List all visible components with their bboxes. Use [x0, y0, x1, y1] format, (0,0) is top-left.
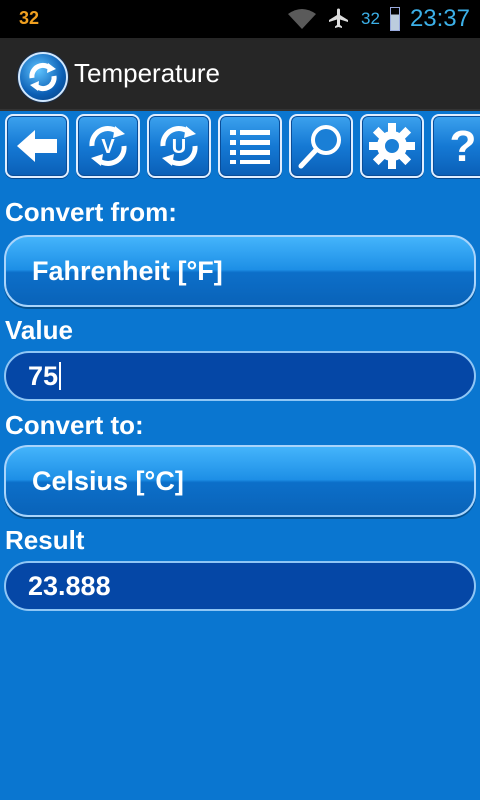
convert-from-select[interactable]: Fahrenheit [°F] [4, 235, 476, 307]
help-button[interactable]: ? [431, 114, 480, 178]
refresh-icon[interactable] [18, 52, 68, 102]
svg-text:U: U [172, 136, 186, 158]
settings-button[interactable] [360, 114, 424, 178]
convert-to-label: Convert to: [5, 410, 144, 440]
convert-to-select[interactable]: Celsius [°C] [4, 445, 476, 517]
action-bar: Temperature [0, 38, 480, 111]
notification-count: 32 [19, 8, 40, 28]
convert-v-button[interactable]: V [76, 114, 140, 178]
clock: 23:37 [409, 5, 470, 32]
help-icon: ? [450, 122, 477, 171]
search-button[interactable] [289, 114, 353, 178]
list-button[interactable] [218, 114, 282, 178]
value-input[interactable]: 75 [4, 351, 476, 401]
toolbar: V U ? [5, 114, 480, 182]
back-arrow-icon [17, 130, 57, 162]
page-title: Temperature [74, 58, 220, 88]
result-label: Result [5, 525, 85, 555]
status-bar: 32 32 23:37 [0, 0, 480, 38]
convert-from-label: Convert from: [5, 197, 177, 227]
convert-u-icon: U [160, 126, 198, 166]
status-icons: 32 23:37 [287, 4, 470, 34]
gear-icon [369, 123, 415, 169]
airplane-icon [329, 8, 349, 28]
convert-to-value: Celsius [°C] [32, 465, 184, 496]
wifi-icon [288, 9, 317, 29]
list-icon [230, 130, 270, 164]
value-label: Value [5, 315, 73, 345]
svg-text:V: V [101, 136, 115, 158]
text-cursor [59, 362, 62, 390]
search-icon [298, 125, 341, 169]
result-value: 23.888 [28, 570, 111, 601]
svg-text:?: ? [450, 122, 477, 171]
convert-from-value: Fahrenheit [°F] [32, 255, 223, 286]
battery-percent: 32 [361, 9, 380, 28]
back-button[interactable] [5, 114, 69, 178]
convert-u-button[interactable]: U [147, 114, 211, 178]
result-field[interactable]: 23.888 [4, 561, 476, 611]
battery-icon [389, 7, 400, 31]
convert-v-icon: V [89, 126, 127, 166]
value-input-text: 75 [28, 360, 59, 391]
